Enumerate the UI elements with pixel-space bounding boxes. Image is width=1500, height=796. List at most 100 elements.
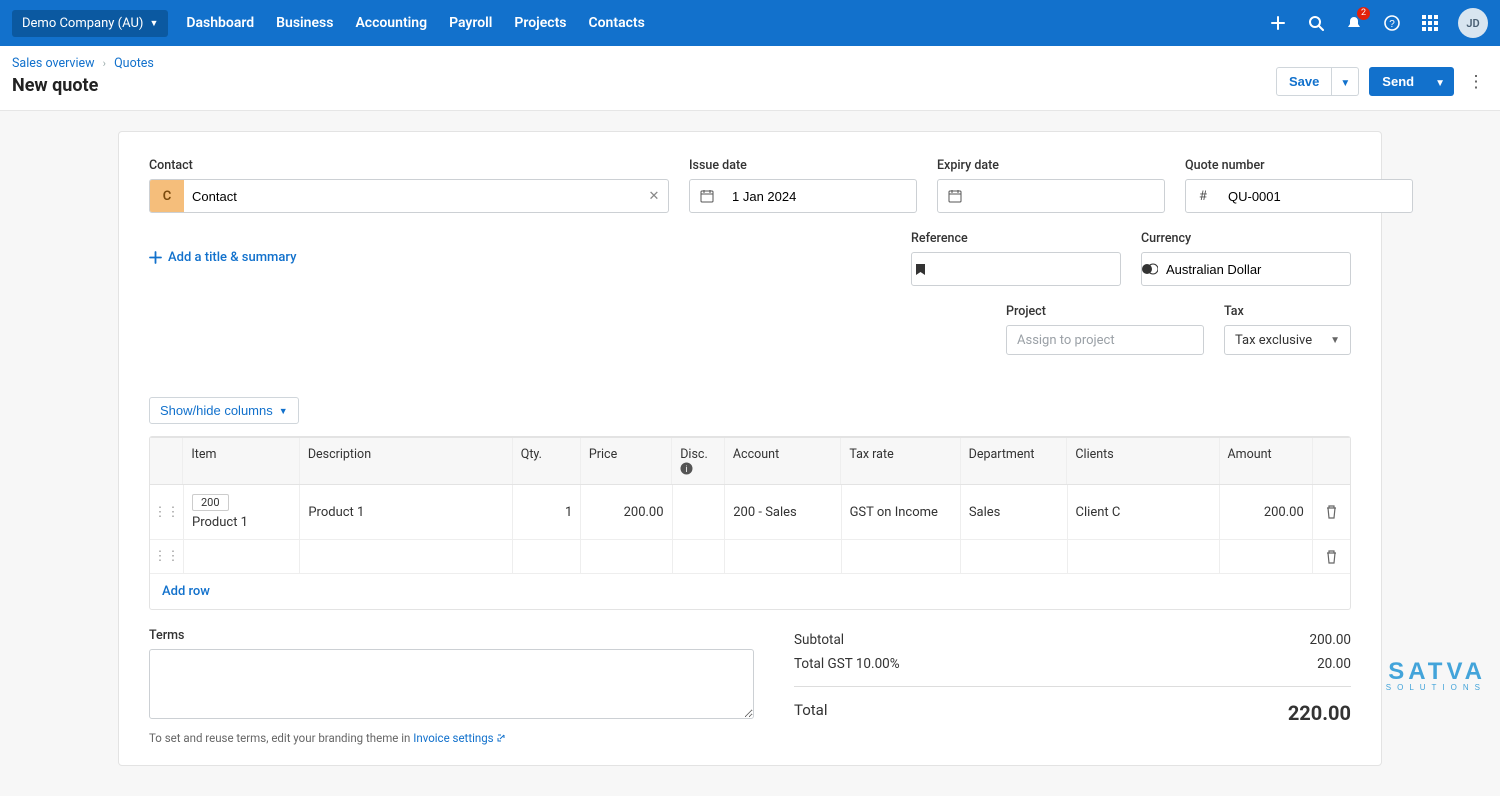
terms-textarea[interactable] (149, 649, 754, 719)
contact-input-wrap: C ✕ (149, 179, 669, 213)
delete-row-icon[interactable] (1313, 540, 1350, 573)
breadcrumb: Sales overview › Quotes (12, 56, 154, 71)
add-title-label: Add a title & summary (168, 250, 296, 265)
chevron-right-icon: › (103, 57, 106, 70)
cell-amount: 200.00 (1220, 485, 1313, 539)
cell-price[interactable] (581, 540, 672, 573)
caret-down-icon: ▼ (1435, 78, 1445, 89)
issue-date-label: Issue date (689, 158, 917, 173)
help-icon[interactable]: ? (1382, 13, 1402, 33)
tax-value: Tax exclusive (1235, 333, 1312, 348)
cell-price[interactable]: 200.00 (581, 485, 672, 539)
notifications-icon[interactable]: 2 (1344, 13, 1364, 33)
cell-description[interactable]: Product 1 (300, 485, 513, 539)
breadcrumb-quotes[interactable]: Quotes (114, 56, 154, 71)
send-options-button[interactable]: ▼ (1427, 67, 1454, 96)
project-placeholder: Assign to project (1017, 333, 1115, 348)
contact-input[interactable] (184, 180, 640, 212)
send-button-group: Send ▼ (1369, 67, 1454, 96)
user-avatar[interactable]: JD (1458, 8, 1488, 38)
cell-clients[interactable]: Client C (1068, 485, 1220, 539)
col-disc: Disc. i (672, 438, 725, 484)
table-row-empty: ⋮⋮ (150, 540, 1350, 574)
quote-number-input[interactable] (1220, 180, 1412, 212)
project-select[interactable]: Assign to project (1006, 325, 1204, 355)
info-icon[interactable]: i (680, 462, 693, 475)
expiry-date-input[interactable] (972, 180, 1164, 212)
clear-icon[interactable]: ✕ (640, 189, 668, 204)
subtotal-value: 200.00 (1310, 632, 1352, 648)
reference-input[interactable] (928, 253, 1120, 285)
drag-handle-icon[interactable]: ⋮⋮ (150, 485, 184, 539)
issue-date-input-wrap[interactable] (689, 179, 917, 213)
cell-department[interactable] (961, 540, 1068, 573)
cell-clients[interactable] (1068, 540, 1220, 573)
expiry-date-input-wrap[interactable] (937, 179, 1165, 213)
save-options-button[interactable]: ▼ (1332, 67, 1359, 96)
create-icon[interactable] (1268, 13, 1288, 33)
breadcrumb-sales-overview[interactable]: Sales overview (12, 56, 95, 71)
reference-label: Reference (911, 231, 1121, 246)
subtotal-label: Subtotal (794, 632, 844, 648)
totals-panel: Subtotal 200.00 Total GST 10.00% 20.00 T… (794, 628, 1351, 745)
cell-item[interactable]: 200 Product 1 (184, 485, 300, 539)
cell-department[interactable]: Sales (961, 485, 1068, 539)
hash-icon: # (1186, 180, 1220, 212)
gst-label: Total GST 10.00% (794, 656, 900, 672)
subheader: Sales overview › Quotes New quote Save ▼… (0, 46, 1500, 111)
col-description: Description (300, 438, 513, 484)
delete-row-icon[interactable] (1313, 485, 1350, 539)
expiry-date-label: Expiry date (937, 158, 1165, 173)
search-icon[interactable] (1306, 13, 1326, 33)
currency-input[interactable] (1158, 253, 1350, 285)
save-button[interactable]: Save (1276, 67, 1332, 96)
org-name: Demo Company (AU) (22, 16, 143, 31)
topnav-right: 2 ? JD (1268, 8, 1488, 38)
contact-label: Contact (149, 158, 669, 173)
nav-accounting[interactable]: Accounting (355, 15, 427, 31)
nav-projects[interactable]: Projects (514, 15, 566, 31)
cell-item[interactable] (184, 540, 300, 573)
cell-description[interactable] (300, 540, 513, 573)
issue-date-input[interactable] (724, 180, 916, 212)
cell-disc[interactable] (673, 485, 726, 539)
cell-qty[interactable]: 1 (513, 485, 581, 539)
terms-label: Terms (149, 628, 754, 643)
nav-payroll[interactable]: Payroll (449, 15, 492, 31)
col-price: Price (581, 438, 672, 484)
show-hide-columns-button[interactable]: Show/hide columns ▼ (149, 397, 299, 424)
currency-input-wrap[interactable] (1141, 252, 1351, 286)
invoice-settings-link[interactable]: Invoice settings (413, 731, 506, 745)
cell-account[interactable]: 200 - Sales (725, 485, 841, 539)
add-row-button[interactable]: Add row (150, 574, 1350, 609)
col-qty: Qty. (513, 438, 581, 484)
org-switcher[interactable]: Demo Company (AU) ▼ (12, 10, 168, 37)
tax-select[interactable]: Tax exclusive ▼ (1224, 325, 1351, 355)
apps-icon[interactable] (1420, 13, 1440, 33)
cell-account[interactable] (725, 540, 841, 573)
svg-text:i: i (686, 464, 688, 474)
show-hide-label: Show/hide columns (160, 403, 273, 418)
col-item: Item (183, 438, 299, 484)
col-clients: Clients (1067, 438, 1219, 484)
total-value: 220.00 (1288, 701, 1351, 725)
cell-qty[interactable] (513, 540, 581, 573)
line-items-table: Item Description Qty. Price Disc. i Acco… (149, 436, 1351, 610)
add-title-summary-button[interactable]: Add a title & summary (149, 229, 296, 286)
cell-disc[interactable] (673, 540, 726, 573)
nav-contacts[interactable]: Contacts (588, 15, 644, 31)
drag-handle-icon[interactable]: ⋮⋮ (150, 540, 184, 573)
nav-business[interactable]: Business (276, 15, 333, 31)
cell-tax-rate[interactable]: GST on Income (842, 485, 961, 539)
nav-dashboard[interactable]: Dashboard (186, 15, 254, 31)
more-options-icon[interactable]: ⋮ (1464, 72, 1488, 92)
send-button[interactable]: Send (1369, 67, 1427, 96)
terms-hint: To set and reuse terms, edit your brandi… (149, 731, 754, 745)
page-actions: Save ▼ Send ▼ ⋮ (1276, 67, 1488, 96)
page-title: New quote (12, 75, 154, 96)
table-row: ⋮⋮ 200 Product 1 Product 1 1 200.00 200 … (150, 485, 1350, 540)
gst-value: 20.00 (1317, 656, 1351, 672)
notification-badge: 2 (1357, 7, 1370, 20)
cell-tax-rate[interactable] (842, 540, 961, 573)
item-code: 200 (192, 494, 229, 511)
